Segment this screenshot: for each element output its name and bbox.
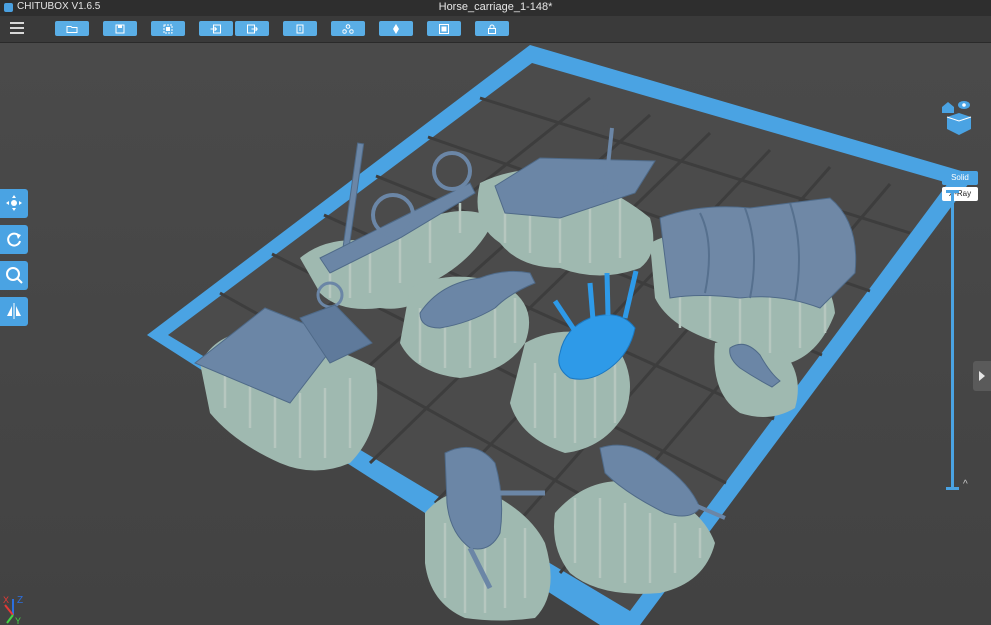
import-icon [210, 24, 221, 33]
mirror-tool-button[interactable] [0, 297, 28, 326]
layer-slider-track[interactable] [951, 191, 954, 489]
frame-button[interactable] [427, 21, 461, 36]
slider-down-chevron[interactable]: ⌄ [963, 186, 971, 197]
lock-icon [488, 24, 496, 34]
select-all-button[interactable] [151, 21, 185, 36]
select-all-icon [163, 24, 173, 33]
hamburger-menu-icon[interactable] [10, 22, 24, 35]
import-button[interactable] [199, 21, 233, 36]
save-icon [115, 24, 125, 33]
rotate-icon [7, 232, 21, 247]
y-axis-label: Y [15, 616, 21, 625]
build-plate-scene [147, 45, 975, 625]
panel-expand-tab[interactable] [973, 361, 991, 391]
frame-icon [439, 23, 449, 34]
save-button[interactable] [103, 21, 137, 36]
layer-slider-top-handle[interactable] [946, 190, 959, 193]
mirror-icon [7, 303, 21, 319]
rotate-tool-button[interactable] [0, 225, 28, 254]
open-file-icon [66, 25, 78, 33]
lock-button[interactable] [475, 21, 509, 36]
layer-slider-bottom-handle[interactable] [946, 487, 959, 490]
model-canopy [659, 197, 857, 309]
main-toolbar [0, 16, 991, 43]
slider-up-chevron[interactable]: ^ [963, 479, 968, 490]
view-cube-icon[interactable] [938, 97, 972, 135]
title-bar: CHITUBOX V1.6.5 Horse_carriage_1-148* [0, 0, 991, 16]
network-button[interactable] [331, 21, 365, 36]
open-file-button[interactable] [55, 21, 89, 36]
3d-viewport[interactable]: Solid X-Ray ⌄ ^ Z X Y [0, 43, 991, 625]
copy-icon [296, 24, 304, 33]
move-tool-button[interactable] [0, 189, 28, 218]
move-icon [6, 195, 22, 211]
export-icon [247, 24, 258, 33]
scale-tool-button[interactable] [0, 261, 28, 290]
scale-icon [6, 267, 23, 284]
axis-gizmo: Z X Y [3, 595, 23, 625]
chevron-right-icon [979, 371, 985, 381]
export-button[interactable] [235, 21, 269, 36]
solid-mode-button[interactable]: Solid [942, 171, 978, 185]
network-icon [342, 23, 354, 34]
x-axis-label: X [3, 595, 9, 605]
document-title: Horse_carriage_1-148* [438, 1, 553, 13]
support-button[interactable] [379, 21, 413, 36]
z-axis-label: Z [17, 595, 23, 606]
support-icon [393, 23, 399, 34]
copy-button[interactable] [283, 21, 317, 36]
